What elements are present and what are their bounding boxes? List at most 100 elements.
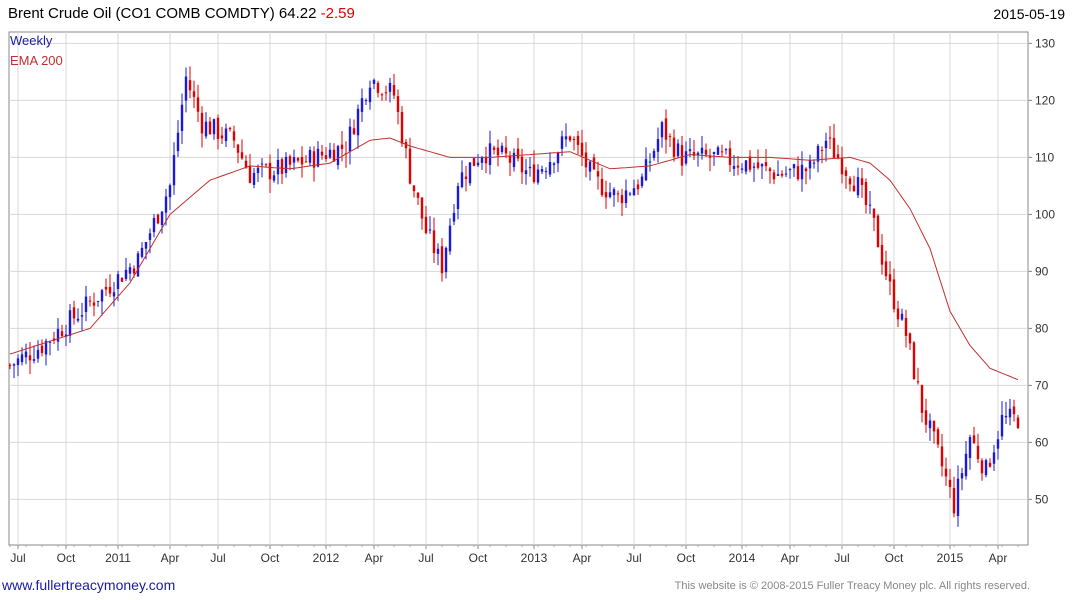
candle-body xyxy=(20,354,24,363)
candle-body xyxy=(184,76,188,101)
candle-body xyxy=(104,286,108,290)
candle-body xyxy=(864,182,868,206)
footer-link[interactable]: www.fullertreacymoney.com xyxy=(2,577,175,593)
candle-body xyxy=(408,148,412,184)
candle-body xyxy=(56,328,60,342)
candle-body xyxy=(544,171,548,173)
candle-body xyxy=(576,135,580,145)
candle xyxy=(984,458,988,478)
candle-body xyxy=(24,351,28,358)
x-tick-label: Apr xyxy=(161,551,180,565)
x-tick-label: Oct xyxy=(261,551,280,565)
candle-body xyxy=(904,317,908,336)
candle-body xyxy=(308,149,312,163)
candle-body xyxy=(832,137,836,158)
candle-body xyxy=(1012,406,1016,415)
candle-body xyxy=(380,94,384,96)
candle-body xyxy=(316,148,320,167)
candle-body xyxy=(124,269,128,279)
candle-body xyxy=(96,300,100,302)
candle-body xyxy=(512,152,516,168)
candle-body xyxy=(456,186,460,210)
candle-body xyxy=(956,478,960,516)
candle-body xyxy=(916,381,920,383)
candle-body xyxy=(948,479,952,488)
candle-body xyxy=(468,162,472,184)
candle-body xyxy=(688,149,692,152)
candle-body xyxy=(188,80,192,91)
candle-body xyxy=(600,178,604,196)
candle-body xyxy=(440,246,444,274)
candle-body xyxy=(136,253,140,277)
candle xyxy=(472,157,476,167)
candle-body xyxy=(736,165,740,168)
y-tick-label: 70 xyxy=(1035,378,1049,392)
candle-body xyxy=(828,137,832,139)
candle-body xyxy=(284,156,288,173)
x-tick-label: Jul xyxy=(626,551,641,565)
x-tick-label: 2012 xyxy=(313,551,340,565)
candle-body xyxy=(368,87,372,103)
candle-body xyxy=(668,136,672,138)
candle-body xyxy=(680,145,684,166)
candle-body xyxy=(392,85,396,96)
candle-body xyxy=(608,192,612,198)
candle-body xyxy=(964,453,968,477)
candle-body xyxy=(752,166,756,168)
candle-body xyxy=(636,184,640,190)
candle-body xyxy=(500,145,504,153)
candle-body xyxy=(768,168,772,172)
candle-body xyxy=(204,121,208,137)
candle-body xyxy=(164,196,168,213)
candle-body xyxy=(612,189,616,196)
candle-body xyxy=(932,420,936,432)
candle-body xyxy=(508,155,512,163)
candle-body xyxy=(420,197,424,219)
candle-body xyxy=(728,148,732,166)
candle-body xyxy=(176,132,180,152)
candle-body xyxy=(560,136,564,149)
candle-body xyxy=(580,142,584,156)
candle-body xyxy=(536,169,540,183)
candle-body xyxy=(304,161,308,163)
candle-body xyxy=(428,229,432,231)
candle-body xyxy=(32,359,36,361)
candle-body xyxy=(844,170,848,176)
candle-body xyxy=(452,212,456,222)
candle-body xyxy=(656,138,660,152)
candle-body xyxy=(488,143,492,166)
candle-body xyxy=(144,241,148,249)
candle-body xyxy=(476,162,480,166)
candle-body xyxy=(812,162,816,164)
candle-body xyxy=(772,172,776,180)
candle-body xyxy=(628,193,632,195)
candle-body xyxy=(112,292,116,297)
candle-body xyxy=(28,355,32,361)
candle-body xyxy=(716,147,720,155)
candle xyxy=(876,214,880,248)
candle-body xyxy=(732,165,736,169)
candle-body xyxy=(840,157,844,175)
candle xyxy=(912,341,916,380)
candle xyxy=(400,106,404,147)
candle-body xyxy=(532,164,536,183)
candle-body xyxy=(384,92,388,94)
candle-body xyxy=(856,177,860,196)
candle-body xyxy=(320,151,324,156)
candle-body xyxy=(976,445,980,459)
candle-body xyxy=(100,290,104,302)
candle-body xyxy=(360,98,364,112)
candle-body xyxy=(516,148,520,159)
candle-body xyxy=(40,345,44,354)
candle-body xyxy=(504,147,508,154)
candle-body xyxy=(700,147,704,154)
candle-body xyxy=(740,168,744,170)
candle-body xyxy=(684,151,688,164)
candle-body xyxy=(228,127,232,130)
candle-body xyxy=(416,192,420,198)
candle-body xyxy=(328,149,332,158)
candle-body xyxy=(604,192,608,198)
x-axis: Jul Oct 2011 Apr Jul Oct 2012 Apr Jul Oct 2013 Apr J… xyxy=(9,545,1019,565)
candle-body xyxy=(664,118,668,140)
candle-body xyxy=(140,247,144,257)
